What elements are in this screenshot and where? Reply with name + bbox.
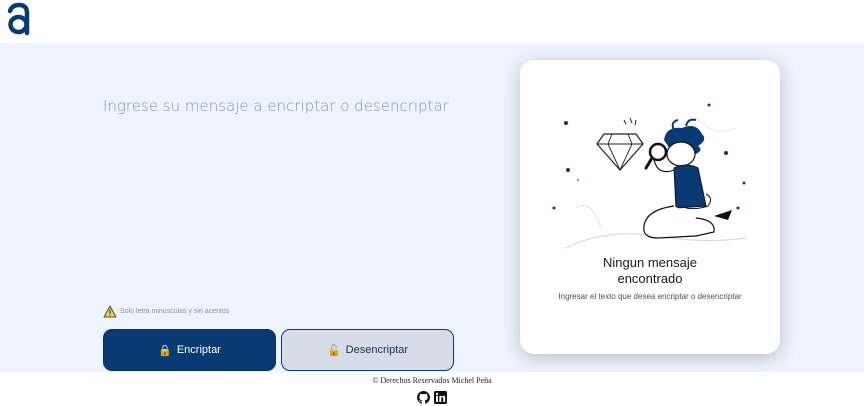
- main-section: Solo letra minusculas y sin acentos 🔒 En…: [0, 43, 864, 372]
- result-title-line2: encontrado: [617, 271, 683, 286]
- hint-text: Solo letra minusculas y sin acentos: [120, 308, 230, 315]
- encrypt-label: Encriptar: [176, 344, 221, 356]
- decrypt-label: Desencriptar: [345, 344, 409, 356]
- linkedin-icon[interactable]: [434, 391, 447, 404]
- result-subtitle: Ingresar el texto que desea encriptar o …: [558, 292, 742, 301]
- logo-icon: [7, 2, 30, 36]
- message-input[interactable]: [103, 97, 493, 277]
- result-title: Ningun mensaje encontrado: [520, 255, 780, 287]
- result-card: Ningun mensaje encontrado Ingresar el te…: [520, 60, 780, 354]
- header: [0, 0, 864, 43]
- encrypt-button[interactable]: 🔒 Encriptar: [103, 329, 276, 371]
- copyright-text: © Derechos Reservados Michel Peña: [372, 376, 492, 385]
- result-title-line1: Ningun mensaje: [603, 255, 697, 270]
- person-with-magnifier-illustration: [552, 103, 747, 249]
- unlock-icon: 🔓: [326, 344, 341, 357]
- github-icon[interactable]: [417, 391, 430, 404]
- footer: © Derechos Reservados Michel Peña: [0, 372, 864, 406]
- decrypt-button[interactable]: 🔓 Desencriptar: [281, 329, 454, 371]
- lock-icon: 🔒: [158, 344, 172, 357]
- social-links: [417, 391, 447, 404]
- warning-icon: [103, 305, 117, 318]
- input-hint: Solo letra minusculas y sin acentos: [103, 305, 229, 318]
